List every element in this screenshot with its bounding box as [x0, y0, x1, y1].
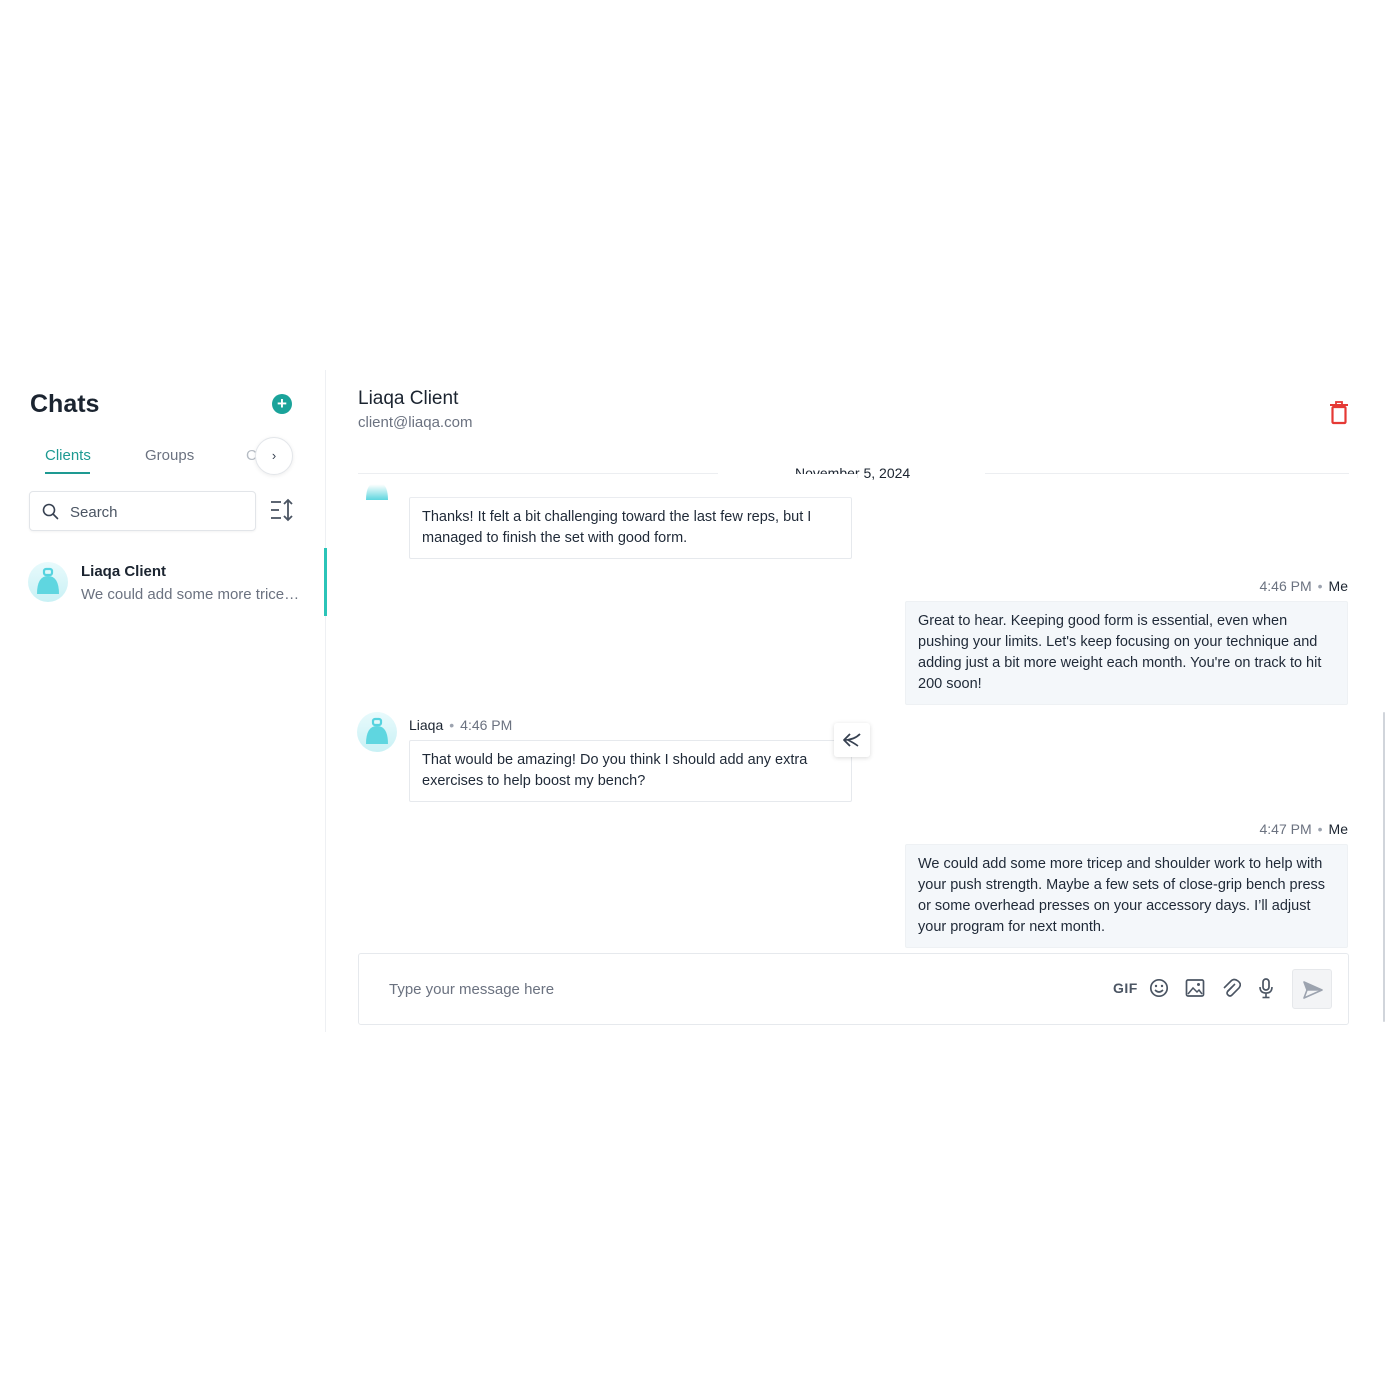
- gif-button[interactable]: GIF: [1113, 980, 1138, 996]
- meta-dot: •: [1317, 578, 1323, 594]
- reply-button[interactable]: [834, 723, 870, 757]
- new-chat-button[interactable]: +: [272, 394, 292, 414]
- message-bubble-outgoing: We could add some more tricep and should…: [905, 844, 1348, 948]
- message-bubble-outgoing: Great to hear. Keeping good form is esse…: [905, 601, 1348, 705]
- search-input[interactable]: [70, 500, 250, 524]
- chat-sidebar: Chats + Clients Groups C › Liaqa Client …: [0, 370, 327, 1032]
- sort-button[interactable]: [269, 498, 295, 522]
- search-icon: [42, 503, 59, 525]
- conversation-email: client@liaqa.com: [358, 414, 473, 431]
- emoji-button[interactable]: [1149, 978, 1169, 1003]
- chat-panel: Liaqa Client client@liaqa.com November 5…: [327, 370, 1400, 1032]
- message-time: 4:46 PM: [460, 717, 513, 733]
- attach-button[interactable]: [1221, 978, 1242, 1003]
- tabs-scroll-right-button[interactable]: ›: [255, 437, 293, 475]
- delete-chat-button[interactable]: [1329, 401, 1349, 430]
- trash-icon: [1330, 401, 1348, 425]
- emoji-icon: [1149, 978, 1169, 998]
- message-sender: Me: [1328, 821, 1348, 837]
- sort-icon: [271, 498, 293, 522]
- message-meta: 4:46 PM • Me: [1260, 578, 1349, 594]
- plus-icon: +: [277, 394, 287, 413]
- send-button[interactable]: [1292, 969, 1332, 1009]
- chat-contact-name: Liaqa Client: [81, 563, 167, 580]
- message-meta: Liaqa • 4:46 PM: [409, 717, 512, 733]
- microphone-icon: [1259, 978, 1273, 999]
- voice-button[interactable]: [1257, 978, 1275, 1004]
- message-meta: 4:47 PM • Me: [1260, 821, 1349, 837]
- message-bubble-incoming: That would be amazing! Do you think I sh…: [409, 740, 852, 802]
- message-sender: Liaqa: [409, 717, 444, 733]
- meta-dot: •: [449, 717, 455, 733]
- messages-scrollbar[interactable]: [1383, 712, 1385, 1022]
- image-icon: [1185, 979, 1205, 997]
- message-time: 4:47 PM: [1259, 821, 1312, 837]
- message-time: 4:46 PM: [1259, 578, 1312, 594]
- search-box: [29, 491, 256, 531]
- avatar: [28, 562, 68, 607]
- tab-active-indicator: [45, 472, 90, 474]
- meta-dot: •: [1317, 821, 1323, 837]
- sidebar-title: Chats: [30, 390, 100, 418]
- tab-groups[interactable]: Groups: [145, 447, 194, 464]
- tab-clients[interactable]: Clients: [45, 447, 91, 464]
- chat-list-item[interactable]: Liaqa Client We could add some more tric…: [0, 548, 327, 616]
- message-input[interactable]: [389, 976, 989, 1002]
- message-sender: Me: [1328, 578, 1348, 594]
- image-button[interactable]: [1185, 978, 1205, 1003]
- reply-icon: [843, 733, 861, 747]
- message-bubble-incoming: Thanks! It felt a bit challenging toward…: [409, 497, 852, 559]
- chat-last-message: We could add some more tricep and should…: [81, 586, 301, 603]
- avatar: [357, 712, 397, 757]
- conversation-title: Liaqa Client: [358, 388, 459, 409]
- send-icon: [1303, 981, 1323, 999]
- message-composer: GIF: [358, 953, 1349, 1025]
- paperclip-icon: [1223, 978, 1242, 997]
- date-divider-right: [985, 473, 1349, 474]
- scroll-fade: [357, 474, 857, 500]
